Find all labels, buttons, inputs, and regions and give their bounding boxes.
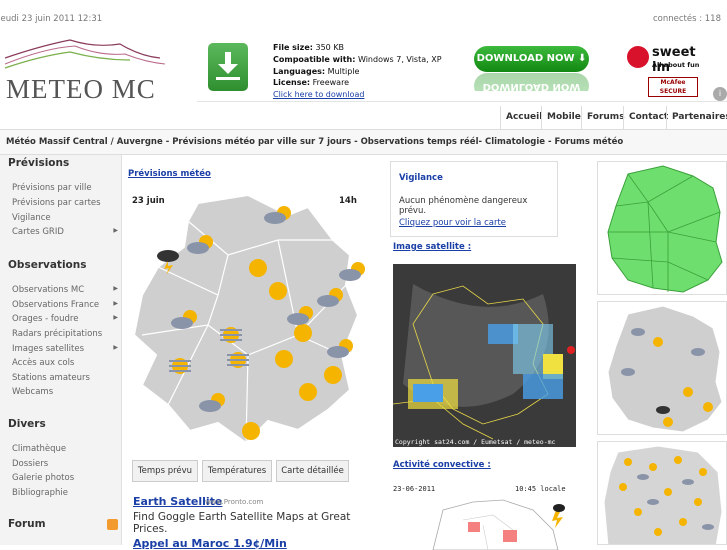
breadcrumb: Météo Massif Central / Auvergne - Prévis… (0, 130, 727, 155)
sidebar-item-previsions-ville[interactable]: Prévisions par ville (12, 183, 120, 193)
brand-name: sweet im (652, 45, 696, 75)
convective-activity-title-link[interactable]: Activité convective : (393, 460, 491, 470)
ad-line: Languages: Multiple (273, 66, 360, 76)
sidebar-item-acces-cols[interactable]: Accès aux cols (12, 358, 120, 368)
sidebar-heading-previsions: Prévisions (8, 157, 70, 169)
vigilance-box: Vigilance Aucun phénomène dangereux prév… (390, 161, 558, 237)
sidebar-heading-forum: Forum (8, 518, 46, 530)
fog-icon (227, 352, 249, 368)
sun-icon (275, 350, 293, 368)
sun-icon (324, 366, 342, 384)
fog-icon (220, 327, 242, 343)
map-date: 23 juin (132, 196, 165, 206)
sun-icon (242, 422, 260, 440)
carte-detaillee-button[interactable]: Carte détaillée (276, 460, 349, 482)
satellite-copyright: Copyright sat24.com / Eumetsat / meteo-m… (395, 438, 556, 446)
sun-icon (294, 324, 312, 342)
site-logo[interactable]: METEO MC (0, 36, 200, 106)
sidebar-item-webcams[interactable]: Webcams (12, 387, 120, 397)
logo-text: METEO MC (6, 74, 156, 104)
previsions-title-link[interactable]: Prévisions météo (128, 169, 211, 179)
brand-logo[interactable]: sweet im All about fun (627, 44, 717, 75)
temperatures-button[interactable]: Températures (202, 460, 272, 482)
ad-info-icon[interactable]: i (713, 87, 727, 101)
sidebar-item-vigilance[interactable]: Vigilance (12, 213, 120, 223)
satellite-graphic (393, 264, 576, 447)
convective-activity-map[interactable]: 23-06-2011 10:45 locale (393, 480, 576, 550)
map-hour: 14h (339, 196, 357, 206)
sun-icon (249, 259, 267, 277)
ad-source: www.Pronto.com (205, 498, 264, 506)
temps-prevu-button[interactable]: Temps prévu (132, 460, 198, 482)
sidebar: Prévisions Prévisions par ville Prévisio… (0, 155, 122, 545)
sidebar-item-stations-amateurs[interactable]: Stations amateurs (12, 373, 120, 383)
main-content: Prévisions météo 23 juin 14h Temps prévu… (122, 155, 382, 550)
sidebar-item-observations-mc[interactable]: Observations MC ▶ (12, 285, 120, 295)
forecast-map-thumbnail[interactable] (597, 301, 727, 435)
brand-mascot-icon (627, 46, 649, 68)
rss-icon[interactable] (107, 519, 118, 530)
sidebar-item-observations-france[interactable]: Observations France ▶ (12, 300, 120, 310)
forecast-thumbnail-graphic (607, 305, 723, 433)
sidebar-item-cartes-grid[interactable]: Cartes GRID ▶ (12, 227, 120, 237)
fog-icon (169, 358, 191, 374)
connected-count: connectés : 118 (652, 14, 721, 24)
sidebar-item-climatheque[interactable]: Climathèque (12, 444, 120, 454)
ad-line: License: Freeware (273, 78, 350, 88)
sidebar-heading-divers: Divers (8, 418, 46, 430)
storm-icon (552, 504, 565, 528)
chevron-right-icon: ▶ (113, 227, 118, 234)
sidebar-item-bibliographie[interactable]: Bibliographie (12, 488, 120, 498)
ad-download-link[interactable]: Click here to download (273, 89, 442, 101)
nav-partenaires[interactable]: Partenaires (666, 106, 727, 129)
sun-icon (269, 282, 287, 300)
brand-tagline: All about fun (652, 61, 700, 69)
chevron-right-icon: ▶ (113, 314, 118, 321)
breadcrumb-text: Météo Massif Central / Auvergne - Prévis… (6, 137, 624, 147)
right-column: Vigilance Aucun phénomène dangereux prév… (383, 155, 583, 550)
france-thumbnail-graphic (603, 445, 723, 544)
vigilance-map-thumbnail[interactable] (597, 161, 727, 295)
chevron-right-icon: ▶ (113, 300, 118, 307)
security-badge: McAfee SECURE (648, 77, 698, 97)
satellite-image[interactable]: Copyright sat24.com / Eumetsat / meteo-m… (393, 264, 576, 447)
ad-line: File size: 350 KB (273, 43, 345, 52)
chevron-right-icon: ▶ (113, 285, 118, 292)
sidebar-item-images-satellites[interactable]: Images satellites ▶ (12, 344, 120, 354)
download-button-reflection: DOWNLOAD NOW (474, 73, 589, 91)
advertisement-banner[interactable]: File size: 350 KB Compoatible with: Wind… (197, 36, 727, 102)
vigilance-text: Aucun phénomène dangereux prévu. (399, 196, 528, 216)
download-now-button[interactable]: DOWNLOAD NOW ⬇ (474, 46, 589, 72)
current-date: Jeudi 23 juin 2011 12:31 (0, 14, 103, 24)
sidebar-item-galerie-photos[interactable]: Galerie photos (12, 473, 120, 483)
sidebar-item-dossiers[interactable]: Dossiers (12, 459, 120, 469)
chevron-right-icon: ▶ (113, 344, 118, 351)
forecast-map[interactable] (128, 185, 372, 447)
main-nav: Accueil Mobile Forums Contact Partenaire… (0, 106, 727, 130)
sun-icon (299, 383, 317, 401)
vigilance-title: Vigilance (399, 173, 443, 183)
satellite-title-link[interactable]: Image satellite : (393, 242, 471, 252)
ad-details: File size: 350 KB Compoatible with: Wind… (273, 42, 442, 101)
ad-description: Find Goggle Earth Satellite Maps at Grea… (133, 511, 351, 535)
france-map-thumbnail[interactable] (597, 441, 727, 545)
sidebar-item-radars[interactable]: Radars précipitations (12, 329, 120, 339)
ad-link-appel-maroc[interactable]: Appel au Maroc 1.9¢/Min (133, 537, 287, 550)
ad-line: Compoatible with: Windows 7, Vista, XP (273, 54, 442, 64)
nav-mobile[interactable]: Mobile (541, 106, 586, 129)
vigilance-map-link[interactable]: Cliquez pour voir la carte (399, 218, 506, 228)
forecast-map-graphic (132, 193, 365, 445)
sidebar-item-orages-foudre[interactable]: Orages - foudre ▶ (12, 314, 120, 324)
convective-map-graphic (432, 499, 565, 550)
top-bar: Jeudi 23 juin 2011 12:31 connectés : 118 (0, 0, 727, 36)
sidebar-item-previsions-cartes[interactable]: Prévisions par cartes (12, 198, 120, 208)
download-icon (208, 43, 248, 91)
sidebar-heading-observations: Observations (8, 259, 87, 271)
thumbnail-column (590, 155, 727, 545)
vigilance-map-graphic (607, 165, 723, 293)
